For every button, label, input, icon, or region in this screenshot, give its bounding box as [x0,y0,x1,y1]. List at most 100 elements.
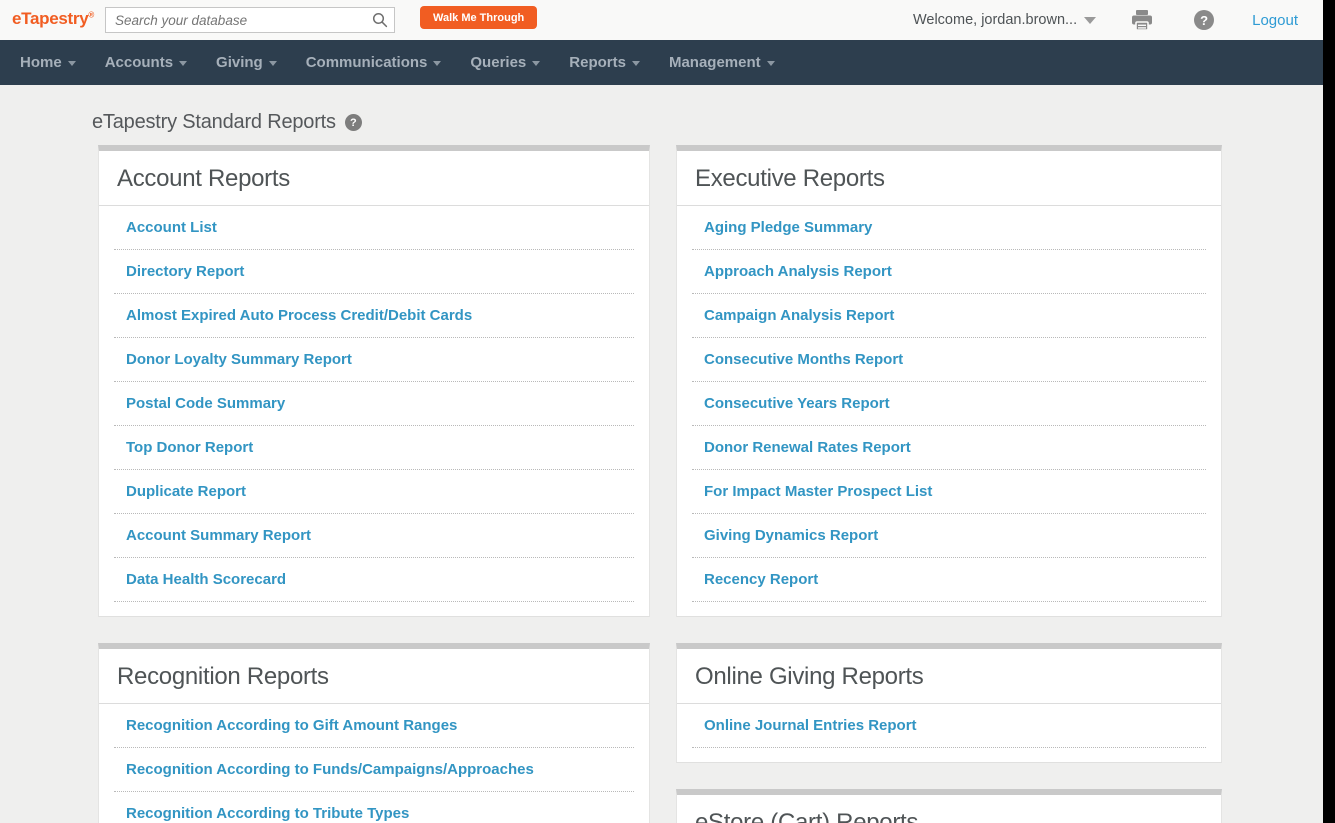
nav-item-label: Accounts [104,54,174,71]
panel-body: Account List Directory Report Almost Expir… [99,206,649,616]
page-title-row: eTapestry Standard Reports ? [92,111,362,134]
report-list-item: Data Health Scorecard [114,558,634,602]
panel-title: Account Reports [99,151,649,206]
report-link-donor-loyalty-summary-report[interactable]: Donor Loyalty Summary Report [126,351,352,368]
page-title: eTapestry Standard Reports [92,111,336,133]
report-link-online-journal-entries-report[interactable]: Online Journal Entries Report [704,717,917,734]
registered-mark: ® [88,10,94,20]
report-list-item: Recognition According to Tribute Types [114,792,634,823]
report-list-item: Aging Pledge Summary [692,206,1206,250]
nav-item-label: Home [20,54,62,71]
report-link-for-impact-master-prospect-list[interactable]: For Impact Master Prospect List [704,483,932,500]
chevron-down-icon [67,61,76,66]
top-header: eTapestry® Walk Me Through Welcome, jord… [0,0,1323,40]
report-link-account-summary-report[interactable]: Account Summary Report [126,527,311,544]
panel-title: Online Giving Reports [677,649,1221,704]
report-list-item: Almost Expired Auto Process Credit/Debit… [114,294,634,338]
report-link-account-list[interactable]: Account List [126,219,217,236]
help-button[interactable]: ? [1194,10,1215,30]
nav-item-management[interactable]: Management [669,54,775,71]
nav-item-label: Queries [470,54,527,71]
report-list-item: Postal Code Summary [114,382,634,426]
report-list-item: For Impact Master Prospect List [692,470,1206,514]
report-link-consecutive-months-report[interactable]: Consecutive Months Report [704,351,903,368]
panel-estore-cart-reports: eStore (Cart) Reports [676,789,1222,823]
nav-item-reports[interactable]: Reports [569,54,640,71]
nav-item-queries[interactable]: Queries [470,54,541,71]
report-link-almost-expired-auto-process-credit-debit-cards[interactable]: Almost Expired Auto Process Credit/Debit… [126,307,472,324]
search-icon[interactable] [372,12,388,28]
report-link-recognition-according-to-gift-amount-ranges[interactable]: Recognition According to Gift Amount Ran… [126,717,457,734]
reports-column-left: Account Reports Account List Directory Rep… [98,145,650,823]
report-list-item: Campaign Analysis Report [692,294,1206,338]
report-link-top-donor-report[interactable]: Top Donor Report [126,439,253,456]
report-link-campaign-analysis-report[interactable]: Campaign Analysis Report [704,307,894,324]
report-link-duplicate-report[interactable]: Duplicate Report [126,483,246,500]
welcome-text: Welcome, jordan.brown... [912,12,1078,28]
report-list-item: Recognition According to Gift Amount Ran… [114,704,634,748]
nav-item-label: Communications [305,54,428,71]
chevron-down-icon [766,61,775,66]
report-list-item: Donor Loyalty Summary Report [114,338,634,382]
chevron-down-icon [433,61,442,66]
nav-item-label: Reports [569,54,626,71]
report-link-recognition-according-to-funds-campaigns-approaches[interactable]: Recognition According to Funds/Campaigns… [126,761,534,778]
report-list-item: Top Donor Report [114,426,634,470]
page-help-icon[interactable]: ? [344,114,362,131]
nav-item-label: Giving [216,54,263,71]
search-input[interactable] [105,7,395,33]
nav-item-accounts[interactable]: Accounts [104,54,188,71]
printer-icon [1132,10,1153,31]
logout-link[interactable]: Logout [1252,12,1298,29]
header-right-cluster: Welcome, jordan.brown... ? Logout [913,0,1298,40]
user-menu[interactable]: Welcome, jordan.brown... [912,12,1097,28]
chevron-down-icon [532,61,541,66]
report-link-recency-report[interactable]: Recency Report [704,571,818,588]
nav-item-giving[interactable]: Giving [216,54,277,71]
reports-column-right: Executive Reports Aging Pledge Summary App… [676,145,1222,823]
report-list-item: Duplicate Report [114,470,634,514]
chevron-down-icon [1084,16,1097,24]
report-link-giving-dynamics-report[interactable]: Giving Dynamics Report [704,527,878,544]
report-link-data-health-scorecard[interactable]: Data Health Scorecard [126,571,286,588]
report-link-recognition-according-to-tribute-types[interactable]: Recognition According to Tribute Types [126,805,409,822]
report-link-directory-report[interactable]: Directory Report [126,263,244,280]
panel-body: Aging Pledge Summary Approach Analysis Re… [677,206,1221,616]
report-link-aging-pledge-summary[interactable]: Aging Pledge Summary [704,219,872,236]
report-list-item: Directory Report [114,250,634,294]
nav-item-communications[interactable]: Communications [306,54,442,71]
report-link-postal-code-summary[interactable]: Postal Code Summary [126,395,285,412]
help-icon: ? [1194,10,1215,30]
panel-title: Executive Reports [677,151,1221,206]
report-list-item: Recency Report [692,558,1206,602]
chevron-down-icon [268,61,277,66]
chevron-down-icon [179,61,188,66]
panel-executive-reports: Executive Reports Aging Pledge Summary App… [676,145,1222,617]
report-list-item: Account Summary Report [114,514,634,558]
nav-item-label: Management [668,54,761,71]
report-list-item: Account List [114,206,634,250]
report-list-item: Donor Renewal Rates Report [692,426,1206,470]
etapestry-app: eTapestry® Walk Me Through Welcome, jord… [0,0,1323,823]
walk-me-through-button[interactable]: Walk Me Through [420,6,538,29]
print-button[interactable] [1130,9,1154,31]
report-link-donor-renewal-rates-report[interactable]: Donor Renewal Rates Report [704,439,911,456]
report-list-item: Online Journal Entries Report [692,704,1206,748]
panel-title: eStore (Cart) Reports [677,795,1221,823]
screenshot-root: eTapestry® Walk Me Through Welcome, jord… [0,0,1335,823]
etapestry-logo: eTapestry® [12,9,94,29]
panel-account-reports: Account Reports Account List Directory Rep… [98,145,650,617]
panel-title: Recognition Reports [99,649,649,704]
logo-text: eTapestry [12,9,89,28]
report-link-approach-analysis-report[interactable]: Approach Analysis Report [704,263,892,280]
report-list-item: Consecutive Years Report [692,382,1206,426]
report-link-consecutive-years-report[interactable]: Consecutive Years Report [704,395,890,412]
report-list-item: Consecutive Months Report [692,338,1206,382]
panel-recognition-reports: Recognition Reports Recognition According… [98,643,650,823]
panel-body: Online Journal Entries Report [677,704,1221,762]
report-list-item: Giving Dynamics Report [692,514,1206,558]
report-list-item: Recognition According to Funds/Campaigns… [114,748,634,792]
panel-online-giving-reports: Online Giving Reports Online Journal Entr… [676,643,1222,763]
chevron-down-icon [631,61,640,66]
nav-item-home[interactable]: Home [20,54,76,71]
